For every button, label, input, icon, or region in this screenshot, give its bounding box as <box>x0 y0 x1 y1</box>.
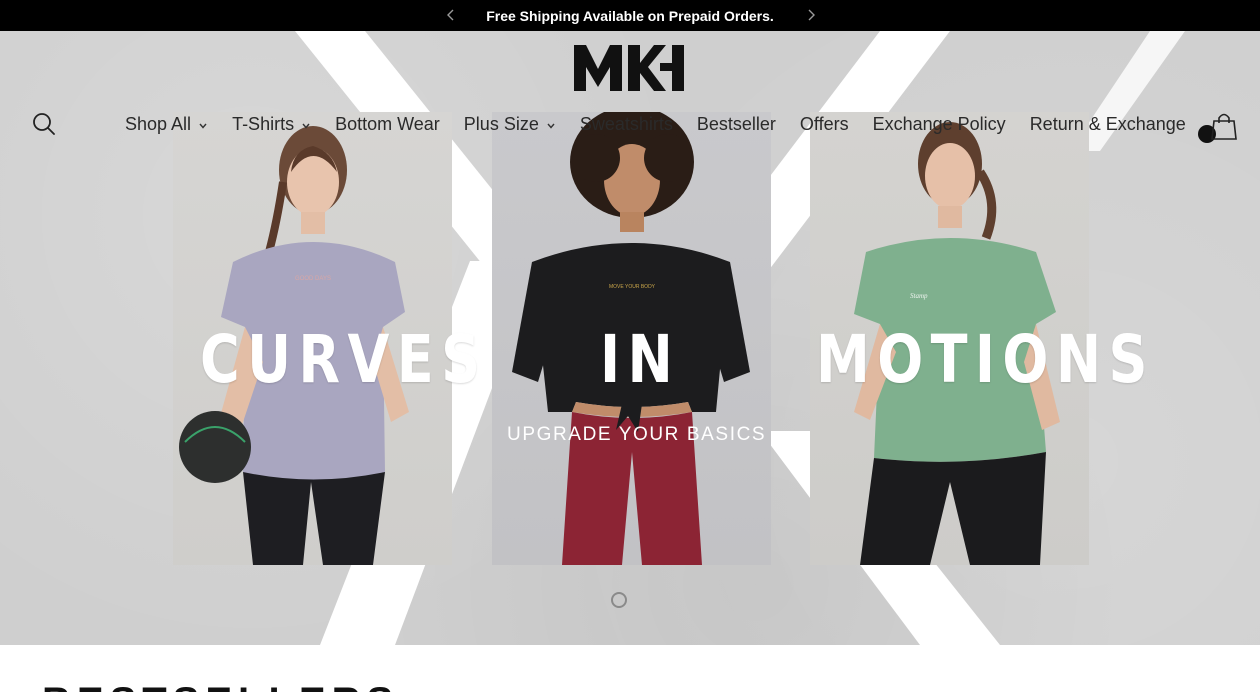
chevron-down-icon <box>547 123 555 129</box>
shopping-bag-icon[interactable] <box>1208 111 1240 143</box>
announcement-message[interactable]: Free Shipping Available on Prepaid Order… <box>486 8 774 24</box>
nav-item-return-exchange[interactable]: Return & Exchange <box>1030 114 1186 135</box>
nav-item-exchange-policy[interactable]: Exchange Policy <box>873 114 1006 135</box>
nav-item-sweatshirts[interactable]: Sweatshirts <box>580 114 673 135</box>
nav-item-t-shirts[interactable]: T-Shirts <box>232 114 311 135</box>
hero-word-2: IN <box>600 321 681 398</box>
chevron-down-icon <box>302 123 310 129</box>
chevron-right-icon[interactable] <box>802 6 820 24</box>
nav-item-label: Plus Size <box>463 113 539 134</box>
svg-text:MOVE YOUR BODY: MOVE YOUR BODY <box>609 284 656 290</box>
slide-dot-icon[interactable] <box>611 592 627 608</box>
nav-item-label: Sweatshirts <box>579 113 673 134</box>
chevron-left-icon[interactable] <box>442 6 460 24</box>
nav-item-shop-all[interactable]: Shop All <box>125 114 208 135</box>
hero-word-3: MOTIONS <box>816 321 1155 398</box>
nav-item-bestseller[interactable]: Bestseller <box>697 114 776 135</box>
brand-logo-icon <box>574 45 684 91</box>
nav-item-label: Bestseller <box>696 113 776 134</box>
nav-item-plus-size[interactable]: Plus Size <box>464 114 556 135</box>
nav-item-label: T-Shirts <box>232 113 295 134</box>
chevron-down-icon <box>199 123 207 129</box>
hero-word-1: CURVES <box>200 321 488 398</box>
nav-item-label: Return & Exchange <box>1029 113 1186 134</box>
svg-text:Stamp: Stamp <box>910 292 928 300</box>
hero-subtitle: UPGRADE YOUR BASICS <box>507 424 767 445</box>
brand-logo[interactable] <box>574 43 686 91</box>
main-navigation: Shop All T-Shirts Bottom Wear Plus Size … <box>125 112 1210 136</box>
nav-item-offers[interactable]: Offers <box>800 114 849 135</box>
search-icon[interactable] <box>32 112 56 136</box>
nav-item-label: Offers <box>799 113 849 134</box>
nav-item-label: Shop All <box>125 113 192 134</box>
nav-item-bottom-wear[interactable]: Bottom Wear <box>335 114 440 135</box>
section-title: BESTSELLERS <box>42 680 399 692</box>
announcement-bar: Free Shipping Available on Prepaid Order… <box>0 0 1260 31</box>
nav-item-label: Exchange Policy <box>872 113 1006 134</box>
nav-item-label: Bottom Wear <box>335 113 440 134</box>
svg-text:GOOD DAYS: GOOD DAYS <box>295 276 331 282</box>
